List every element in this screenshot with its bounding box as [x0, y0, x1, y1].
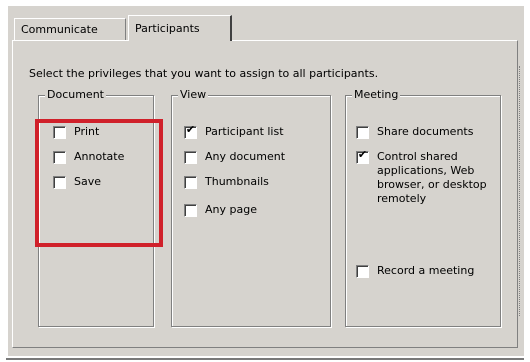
- share-documents-checkbox[interactable]: [356, 126, 369, 139]
- control-shared-checkmark-icon: ✔: [357, 148, 368, 161]
- participants-dialog: Communicate Participants Select the priv…: [8, 6, 524, 356]
- any-document-checkbox-row[interactable]: Any document: [184, 150, 285, 164]
- record-meeting-label: Record a meeting: [377, 264, 475, 277]
- annotate-checkbox-row[interactable]: Annotate: [53, 150, 124, 164]
- view-group-title: View: [178, 88, 209, 101]
- save-checkbox-row[interactable]: Save: [53, 175, 101, 189]
- control-shared-checkbox-row[interactable]: ✔ Control shared applications, Web brows…: [356, 148, 496, 206]
- tab-participants[interactable]: Participants: [128, 15, 232, 41]
- record-meeting-checkbox-row[interactable]: Record a meeting: [356, 264, 474, 278]
- thumbnails-checkbox[interactable]: [184, 176, 197, 189]
- view-group: View ✔ Participant list Any document Thu…: [171, 88, 331, 327]
- any-page-label: Any page: [205, 203, 257, 216]
- meeting-group-title: Meeting: [352, 88, 401, 101]
- tab-communicate[interactable]: Communicate: [14, 18, 126, 40]
- annotate-checkbox[interactable]: [53, 151, 66, 164]
- annotate-label: Annotate: [74, 150, 125, 163]
- participant-list-checkbox[interactable]: ✔: [184, 123, 197, 139]
- print-label: Print: [74, 125, 100, 138]
- control-shared-checkbox[interactable]: ✔: [356, 148, 369, 164]
- save-label: Save: [74, 175, 102, 188]
- record-meeting-checkbox[interactable]: [356, 265, 369, 278]
- document-group-title: Document: [45, 88, 106, 101]
- participant-list-label: Participant list: [205, 125, 284, 138]
- thumbnails-checkbox-row[interactable]: Thumbnails: [184, 175, 269, 189]
- control-shared-label: Control shared applications, Web browser…: [377, 150, 487, 205]
- any-page-checkbox-row[interactable]: Any page: [184, 203, 257, 217]
- participant-list-checkbox-row[interactable]: ✔ Participant list: [184, 123, 284, 139]
- participants-panel: Select the privileges that you want to a…: [12, 40, 518, 348]
- share-documents-label: Share documents: [377, 125, 474, 138]
- any-document-label: Any document: [205, 150, 286, 163]
- thumbnails-label: Thumbnails: [205, 175, 269, 188]
- share-documents-checkbox-row[interactable]: Share documents: [356, 125, 473, 139]
- side-edge-divider: [519, 66, 522, 316]
- any-page-checkbox[interactable]: [184, 204, 197, 217]
- meeting-group: Meeting Share documents ✔ Control shared…: [345, 88, 501, 327]
- print-checkbox-row[interactable]: Print: [53, 125, 99, 139]
- instruction-text: Select the privileges that you want to a…: [29, 67, 379, 80]
- save-checkbox[interactable]: [53, 176, 66, 189]
- document-group: Document Print Annotate Save: [38, 88, 154, 327]
- participant-list-checkmark-icon: ✔: [185, 123, 196, 136]
- bottom-edge-divider: [6, 358, 524, 360]
- print-checkbox[interactable]: [53, 126, 66, 139]
- any-document-checkbox[interactable]: [184, 151, 197, 164]
